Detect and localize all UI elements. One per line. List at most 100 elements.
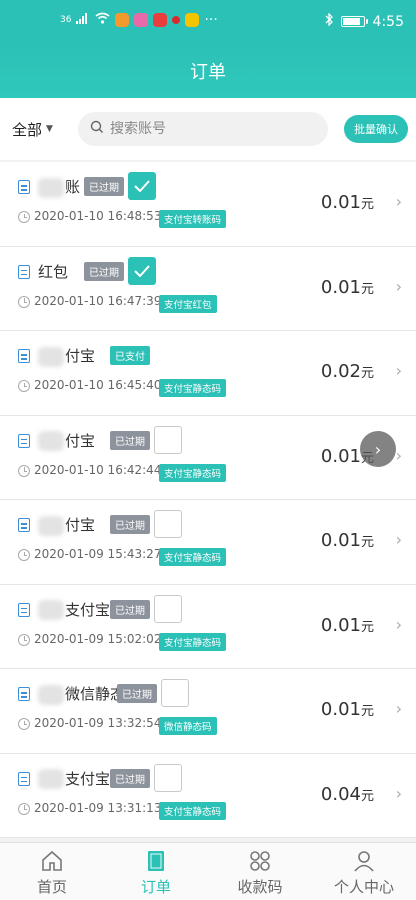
floating-next-button[interactable]: › xyxy=(360,431,396,467)
batch-confirm-button[interactable]: 批量确认 xyxy=(344,115,408,143)
checked-checkbox[interactable] xyxy=(128,172,156,200)
redacted-mask xyxy=(38,431,64,451)
order-time: 2020-01-09 15:02:02 xyxy=(34,631,162,646)
amount-value: 0.02 xyxy=(320,361,361,382)
chevron-right-icon: › xyxy=(395,530,402,549)
order-account-name: 红包 xyxy=(38,261,68,282)
filter-dropdown[interactable]: 全部 ▼ xyxy=(12,119,72,140)
order-icon xyxy=(148,851,164,871)
page-title: 订单 xyxy=(190,62,226,83)
order-name-text: 付宝 xyxy=(65,431,96,450)
unchecked-checkbox[interactable] xyxy=(154,594,182,623)
order-amount: 0.01元 xyxy=(321,699,374,720)
caret-down-icon: ▼ xyxy=(46,124,53,134)
order-name-text: 支付宝 xyxy=(65,769,111,788)
chevron-right-icon: › xyxy=(395,361,402,380)
unchecked-checkbox[interactable] xyxy=(154,510,182,538)
order-row[interactable]: 付宝 已支付 2020-01-10 16:45:40 支付宝静态码 0.02元 › xyxy=(0,331,416,416)
order-name-text: 付宝 xyxy=(65,347,96,365)
status-badge: 已过期 xyxy=(110,430,150,450)
tab-orders[interactable]: 订单 xyxy=(104,843,208,900)
signal-label: 36 xyxy=(60,15,72,25)
channel-badge: 微信静态码 xyxy=(159,717,217,735)
status-badge: 已过期 xyxy=(110,515,150,534)
channel-badge: 支付宝静态码 xyxy=(159,379,227,397)
amount-value: 0.04 xyxy=(320,783,361,805)
document-icon xyxy=(18,687,30,701)
unchecked-checkbox[interactable] xyxy=(154,425,182,454)
status-bar: 36 ··· 4:55 xyxy=(0,0,416,44)
redacted-mask xyxy=(38,346,64,367)
app-notification-icon xyxy=(153,13,168,27)
wifi-icon xyxy=(95,12,110,28)
signal-icon xyxy=(76,12,90,28)
chevron-right-icon: › xyxy=(395,614,402,634)
status-badge: 已过期 xyxy=(84,177,124,196)
amount-value: 0.01 xyxy=(320,192,361,213)
order-row[interactable]: 支付宝 已过期 2020-01-09 15:02:02 支付宝静态码 0.01元 › xyxy=(0,584,416,669)
tab-qrcode[interactable]: 收款码 xyxy=(208,843,312,900)
battery-icon xyxy=(340,16,368,27)
order-row[interactable]: 付宝已过期2020-01-10 16:42:44支付宝静态码0.01元› xyxy=(0,415,416,500)
order-account-name: 微信静态 xyxy=(38,683,125,705)
order-amount: 0.01元 xyxy=(321,277,374,298)
status-badge: 已支付 xyxy=(110,346,150,365)
order-row[interactable]: 付宝 已过期 2020-01-09 15:43:27 支付宝静态码 0.01元 › xyxy=(0,500,416,585)
app-notification-icon xyxy=(115,13,130,27)
tab-label: 订单 xyxy=(140,878,171,896)
bottom-tab-bar: 首页 订单 收款码 个人中心 xyxy=(0,842,416,900)
channel-badge: 支付宝静态码 xyxy=(159,548,227,566)
tab-label: 首页 xyxy=(36,878,67,896)
tab-home[interactable]: 首页 xyxy=(0,843,104,900)
order-amount: 0.01元 xyxy=(321,615,374,636)
clock-time: 4:55 xyxy=(372,13,404,30)
order-time: 2020-01-10 16:45:40 xyxy=(34,378,162,392)
amount-value: 0.01 xyxy=(320,530,361,551)
search-box[interactable] xyxy=(78,112,328,146)
status-badge: 已过期 xyxy=(117,684,157,703)
clock-icon xyxy=(18,802,30,815)
clock-icon xyxy=(18,464,30,477)
status-badge: 已过期 xyxy=(110,768,150,788)
order-name-text: 支付宝 xyxy=(65,600,111,619)
order-row[interactable]: 支付宝 已过期 2020-01-09 13:31:13 支付宝静态码 0.04元 › xyxy=(0,753,416,838)
order-row[interactable]: 微信静态 已过期 2020-01-09 13:32:54 微信静态码 0.01元 › xyxy=(0,669,416,754)
channel-badge: 支付宝静态码 xyxy=(159,463,227,482)
order-account-name: 付宝 xyxy=(38,514,95,536)
amount-unit: 元 xyxy=(360,704,374,719)
order-account-name: 付宝 xyxy=(38,430,96,451)
status-right: 4:55 xyxy=(325,12,404,30)
order-amount: 0.01元 xyxy=(321,192,374,213)
channel-badge: 支付宝红包 xyxy=(159,294,217,313)
user-icon xyxy=(354,851,374,872)
order-row[interactable]: 账已过期 2020-01-10 16:48:53 支付宝转账码 0.01元 › xyxy=(0,162,416,247)
tab-profile[interactable]: 个人中心 xyxy=(312,843,416,900)
redacted-mask xyxy=(38,177,64,198)
qrcode-icon xyxy=(250,851,270,871)
search-input[interactable] xyxy=(110,121,310,137)
unchecked-checkbox[interactable] xyxy=(154,763,182,792)
weibo-icon xyxy=(185,13,200,27)
tab-label: 收款码 xyxy=(237,878,283,896)
order-row[interactable]: 红包 已过期 2020-01-10 16:47:39 支付宝红包 0.01元 › xyxy=(0,246,416,331)
checked-checkbox[interactable] xyxy=(128,256,156,285)
amount-unit: 元 xyxy=(360,788,374,804)
home-icon xyxy=(42,850,62,871)
checkmark-icon xyxy=(134,180,150,192)
order-name-text: 付宝 xyxy=(65,516,96,534)
chevron-right-icon: › xyxy=(395,783,402,803)
clock-icon xyxy=(18,549,30,561)
tab-label: 个人中心 xyxy=(333,878,394,896)
unchecked-checkbox[interactable] xyxy=(161,679,189,707)
channel-badge: 支付宝静态码 xyxy=(159,801,227,820)
order-account-name: 支付宝 xyxy=(38,768,111,789)
status-badge: 已过期 xyxy=(110,599,150,619)
document-icon xyxy=(18,771,30,786)
order-name-text: 微信静态 xyxy=(65,685,126,703)
order-amount: 0.02元 xyxy=(321,361,374,382)
amount-unit: 元 xyxy=(360,366,374,381)
redacted-mask xyxy=(38,769,64,789)
amount-unit: 元 xyxy=(360,281,374,297)
search-icon xyxy=(90,120,104,138)
document-icon xyxy=(18,602,30,617)
